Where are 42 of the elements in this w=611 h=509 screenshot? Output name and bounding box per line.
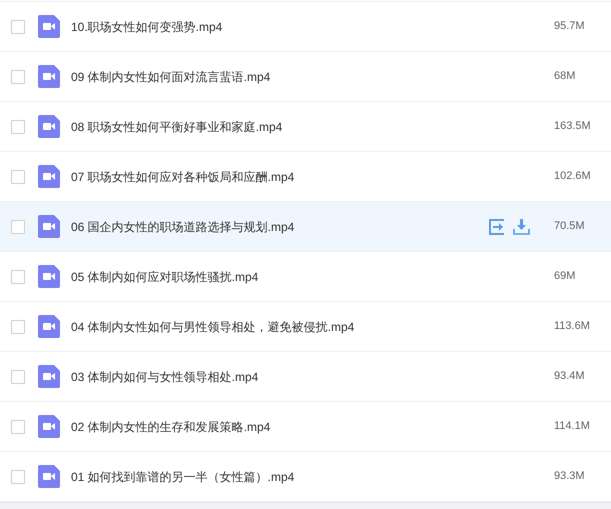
video-file-icon bbox=[38, 415, 60, 438]
checkbox[interactable] bbox=[11, 320, 25, 334]
checkbox[interactable] bbox=[11, 120, 25, 134]
file-name[interactable]: 02 体制内女性的生存和发展策略.mp4 bbox=[71, 418, 270, 436]
file-name[interactable]: 08 职场女性如何平衡好事业和家庭.mp4 bbox=[71, 118, 282, 136]
checkbox[interactable] bbox=[11, 370, 25, 384]
file-size: 163.5M bbox=[554, 119, 592, 134]
checkbox[interactable] bbox=[11, 70, 25, 84]
video-file-icon bbox=[38, 15, 60, 38]
video-file-icon bbox=[38, 65, 60, 88]
file-name[interactable]: 01 如何找到靠谱的另一半（女性篇）.mp4 bbox=[71, 468, 294, 486]
file-size: 102.6M bbox=[554, 169, 592, 184]
file-name[interactable]: 07 职场女性如何应对各种饭局和应酬.mp4 bbox=[71, 168, 294, 186]
checkbox[interactable] bbox=[11, 170, 25, 184]
file-name[interactable]: 05 体制内如何应对职场性骚扰.mp4 bbox=[71, 268, 258, 286]
file-name[interactable]: 03 体制内如何与女性领导相处.mp4 bbox=[71, 368, 258, 386]
export-icon[interactable] bbox=[489, 218, 505, 234]
checkbox[interactable] bbox=[11, 420, 25, 434]
video-file-icon bbox=[38, 115, 60, 138]
download-icon[interactable] bbox=[513, 218, 530, 234]
video-file-icon bbox=[38, 465, 60, 488]
file-size: 95.7M bbox=[554, 19, 586, 34]
checkbox[interactable] bbox=[11, 20, 25, 34]
video-file-icon bbox=[38, 315, 60, 338]
video-file-icon bbox=[38, 215, 60, 238]
file-size: 68M bbox=[554, 69, 576, 84]
video-file-icon bbox=[38, 365, 60, 388]
file-size: 113.6M bbox=[554, 319, 591, 334]
video-file-icon bbox=[38, 165, 60, 188]
file-size: 114.1M bbox=[554, 419, 591, 434]
video-file-icon bbox=[38, 265, 60, 288]
file-name[interactable]: 09 体制内女性如何面对流言蜚语.mp4 bbox=[71, 68, 270, 86]
file-size: 93.3M bbox=[554, 469, 586, 484]
checkbox[interactable] bbox=[11, 270, 25, 284]
file-name[interactable]: 10.职场女性如何变强势.mp4 bbox=[71, 18, 222, 36]
checkbox[interactable] bbox=[11, 470, 25, 484]
file-size: 93.4M bbox=[554, 369, 586, 384]
file-name[interactable]: 04 体制内女性如何与男性领导相处，避免被侵扰.mp4 bbox=[71, 318, 354, 336]
checkbox[interactable] bbox=[11, 220, 25, 234]
file-size: 69M bbox=[554, 269, 576, 284]
file-size: 70.5M bbox=[554, 219, 586, 234]
file-name[interactable]: 06 国企内女性的职场道路选择与规划.mp4 bbox=[71, 218, 294, 236]
